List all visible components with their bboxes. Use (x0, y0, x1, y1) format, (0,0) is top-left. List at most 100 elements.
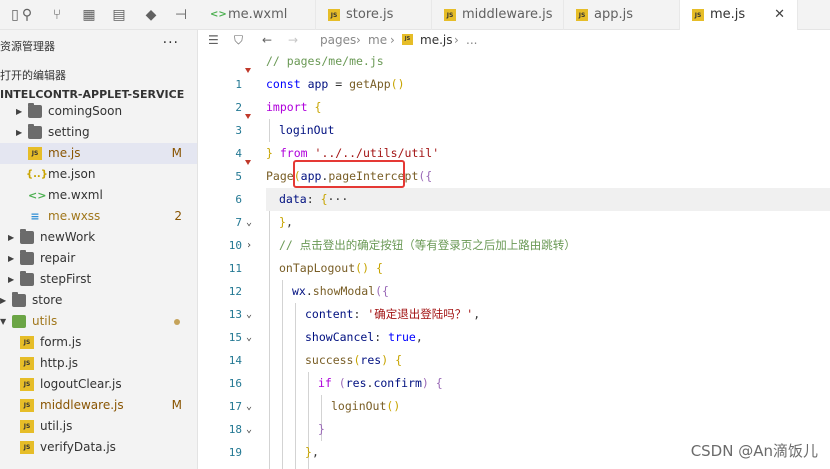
code-editor[interactable]: 1 // pages/me/me.js 2 const app = getApp… (198, 50, 830, 469)
tree-item-util-js[interactable]: JS util.js (0, 416, 197, 437)
tree-item-me-wxss[interactable]: ≡ me.wxss 2 (0, 206, 197, 227)
activity-bar: ▯ ⚲ ⑂ ▦ ▤ ◆ ⊣ (0, 0, 198, 30)
js-file-icon: JS (20, 357, 34, 370)
tree-item-utils[interactable]: ▼ utils (0, 311, 197, 332)
search-icon[interactable]: ⚲ (18, 6, 36, 24)
tree-item-setting[interactable]: ▶ setting (0, 122, 197, 143)
js-file-icon: JS (20, 420, 34, 433)
project-section[interactable]: INTELCONTR-APPLET-SERVICE (0, 88, 184, 101)
code-line[interactable]: 18 loginOut() (198, 395, 830, 436)
code-line[interactable]: 14 showCancel: true, (198, 326, 830, 367)
run-debug-icon[interactable]: ⊣ (172, 6, 190, 24)
wxml-file-icon: <> (210, 9, 227, 20)
js-file-icon: JS (576, 9, 588, 21)
tree-item-me-wxml[interactable]: <> me.wxml (0, 185, 197, 206)
code-line[interactable]: 12 ⌄ onTapLogout() { (198, 257, 830, 320)
js-file-icon: JS (20, 399, 34, 412)
code-line[interactable]: 15 content: '确定退出登陆吗？', (198, 303, 830, 344)
js-file-icon: JS (20, 378, 34, 391)
modified-badge: M (171, 146, 182, 160)
js-file-icon: JS (20, 336, 34, 349)
chevron-right-icon: ▶ (8, 233, 15, 242)
modified-dot (174, 319, 180, 325)
js-file-icon: JS (692, 9, 704, 21)
tree-item-logoutclear-js[interactable]: JS logoutClear.js (0, 374, 197, 395)
extensions-icon[interactable]: ▦ (80, 6, 98, 24)
js-file-icon: JS (28, 147, 42, 160)
chevron-right-icon: ▶ (0, 296, 7, 305)
code-line[interactable]: 17 ⌄ if (res.confirm) { (198, 372, 830, 435)
tree-item-repair[interactable]: ▶ repair (0, 248, 197, 269)
js-file-icon: JS (328, 9, 340, 21)
folder-icon (12, 292, 26, 307)
more-actions-icon[interactable]: ··· (163, 35, 179, 51)
code-line[interactable]: 4 loginOut (198, 119, 830, 160)
wxss-file-icon: ≡ (30, 210, 40, 223)
json-file-icon: {..} (26, 169, 48, 180)
modified-badge: M (171, 398, 182, 412)
folder-icon (20, 229, 34, 244)
watermark: CSDN @An滴饭儿 (690, 442, 818, 460)
tab-me-js[interactable]: JS me.js ✕ (680, 0, 798, 30)
utils-folder-icon (12, 315, 26, 328)
js-file-icon: JS (402, 34, 413, 45)
tree-item-http-js[interactable]: JS http.js (0, 353, 197, 374)
tab-middleware-js[interactable]: JS middleware.js (432, 0, 564, 30)
editor-tabs: <> me.wxml JS store.js JS middleware.js … (198, 0, 830, 30)
back-icon[interactable]: ← (262, 30, 272, 50)
tree-item-store[interactable]: ▶ store (0, 290, 197, 311)
breadcrumb: ☰ ⛉ ← → pages › me › JS me.js › ... (198, 30, 830, 50)
breadcrumb-symbol[interactable]: ... (466, 30, 477, 50)
breadcrumb-pages[interactable]: pages (320, 30, 356, 50)
tab-app-js[interactable]: JS app.js (564, 0, 680, 30)
explorer-icon[interactable]: ▤ (110, 6, 128, 24)
tree-item-verifydata-js[interactable]: JS verifyData.js (0, 437, 197, 458)
chevron-right-icon: ▶ (8, 254, 15, 263)
wxml-file-icon: <> (28, 189, 47, 202)
list-icon[interactable]: ☰ (208, 30, 219, 50)
code-line[interactable]: 10 }, (198, 211, 830, 252)
tree-item-form-js[interactable]: JS form.js (0, 332, 197, 353)
code-line[interactable]: 16 ⌄ success(res) { (198, 349, 830, 412)
explorer-title: 资源管理器 (0, 40, 55, 53)
bookmark-icon[interactable]: ⛉ (234, 30, 243, 50)
folder-icon (20, 271, 34, 286)
code-line[interactable]: 13 ⌄ wx.showModal({ (198, 280, 830, 343)
source-control-icon[interactable]: ⑂ (48, 6, 66, 24)
explorer-sidebar: 资源管理器 ··· 打开的编辑器 INTELCONTR-APPLET-SERVI… (0, 30, 198, 469)
code-line[interactable]: 11 // 点击登出的确定按钮（等有登录页之后加上路由跳转） (198, 234, 830, 275)
js-file-icon: JS (20, 441, 34, 454)
tab-store-js[interactable]: JS store.js (316, 0, 432, 30)
problem-count-badge: 2 (174, 209, 182, 223)
chevron-right-icon: ▶ (8, 275, 15, 284)
annotation-highlight-box (293, 160, 405, 188)
close-icon[interactable]: ✕ (774, 0, 785, 30)
tree-item-middleware-js[interactable]: JS middleware.js M (0, 395, 197, 416)
breadcrumb-file[interactable]: me.js (420, 30, 452, 50)
folder-icon (28, 124, 42, 139)
folder-icon (28, 103, 42, 118)
tree-item-stepfirst[interactable]: ▶ stepFirst (0, 269, 197, 290)
open-editors-section[interactable]: 打开的编辑器 (0, 67, 66, 83)
code-line[interactable]: 19 } (198, 418, 830, 459)
tree-item-me-json[interactable]: {..} me.json (0, 164, 197, 185)
tree-item-comingsoon[interactable]: ▶ comingSoon (0, 101, 197, 122)
chevron-right-icon: ▶ (16, 107, 23, 116)
chevron-right-icon: › (356, 33, 361, 47)
code-line[interactable]: 2 const app = getApp() (198, 73, 830, 114)
tree-item-me-js[interactable]: JS me.js M (0, 143, 197, 164)
tree-item-newwork[interactable]: ▶ newWork (0, 227, 197, 248)
tab-me-wxml[interactable]: <> me.wxml (198, 0, 316, 30)
code-line[interactable]: 7 › data: {··· (198, 188, 830, 251)
breadcrumb-me[interactable]: me (368, 30, 387, 50)
chevron-down-icon: ▼ (0, 317, 7, 326)
chevron-right-icon: › (390, 33, 395, 47)
forward-icon[interactable]: → (288, 30, 298, 50)
code-line[interactable]: 1 // pages/me/me.js (198, 50, 830, 91)
docker-icon[interactable]: ◆ (142, 6, 160, 24)
js-file-icon: JS (444, 9, 456, 21)
chevron-right-icon: › (454, 33, 459, 47)
code-line[interactable]: 3 import { (198, 96, 830, 137)
chevron-right-icon: ▶ (16, 128, 23, 137)
folder-icon (20, 250, 34, 265)
